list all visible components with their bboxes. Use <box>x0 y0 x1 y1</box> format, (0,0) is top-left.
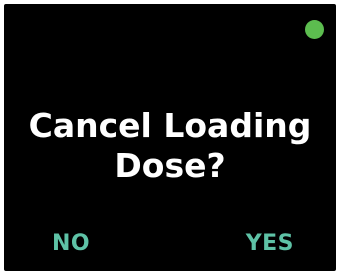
prompt-line-1: Cancel Loading <box>28 106 312 145</box>
prompt-line-2: Dose? <box>114 146 226 185</box>
no-button[interactable]: NO <box>52 231 90 257</box>
yes-button[interactable]: YES <box>246 231 294 257</box>
device-screen: Cancel Loading Dose? NO YES <box>4 4 336 271</box>
status-indicator-icon <box>305 20 324 39</box>
confirmation-prompt: Cancel Loading Dose? <box>4 106 336 186</box>
